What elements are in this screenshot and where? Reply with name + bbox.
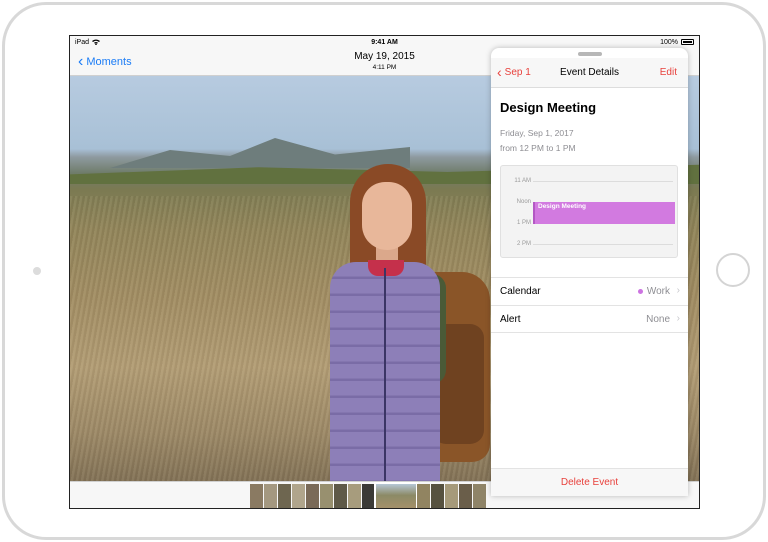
photo-collar — [368, 260, 404, 276]
thumbnail[interactable] — [278, 484, 291, 508]
timeline-hour-label: 11 AM — [514, 178, 531, 184]
home-button[interactable] — [716, 253, 750, 287]
timeline-hour-label: 1 PM — [516, 220, 531, 226]
event-nav-bar: ‹ Sep 1 Event Details Edit — [491, 58, 688, 88]
thumbnail[interactable] — [417, 484, 430, 508]
event-title: Design Meeting — [500, 100, 597, 115]
status-bar: iPad 9:41 AM 100% — [70, 36, 699, 48]
event-date: Friday, Sep 1, 2017 — [500, 128, 574, 138]
timeline-hour-line — [533, 181, 673, 182]
photo-face — [362, 182, 412, 250]
timeline-hour-row: 2 PM — [501, 239, 677, 249]
calendar-row-value-text: Work — [646, 286, 670, 297]
alert-row[interactable]: Alert None › — [491, 305, 688, 333]
status-time: 9:41 AM — [371, 38, 398, 46]
delete-event-button[interactable]: Delete Event — [491, 468, 688, 496]
thumbnail-selected[interactable] — [374, 482, 418, 508]
photo-vest-zip — [384, 268, 386, 493]
calendar-row-label: Calendar — [500, 286, 541, 297]
device-name: iPad — [75, 38, 90, 46]
calendar-color-dot — [637, 289, 643, 294]
thumbnail[interactable] — [292, 484, 305, 508]
edit-button[interactable]: Edit — [660, 67, 677, 78]
battery-percent: 100% — [660, 38, 678, 46]
slide-over-grabber[interactable] — [578, 52, 602, 56]
timeline-hour-row: 11 AM — [501, 176, 677, 186]
thumbnail[interactable] — [459, 484, 472, 508]
wifi-icon — [92, 39, 101, 45]
thumbnail[interactable] — [264, 484, 277, 508]
photo-subject — [310, 164, 500, 508]
sep1-back-button[interactable]: ‹ Sep 1 — [497, 65, 531, 79]
timeline-hour-line — [533, 244, 673, 245]
alert-row-label: Alert — [500, 314, 521, 325]
thumbnail[interactable] — [320, 484, 333, 508]
thumbnail[interactable] — [445, 484, 458, 508]
thumbnail[interactable] — [250, 484, 263, 508]
chevron-right-icon: › — [676, 285, 680, 296]
thumbnail[interactable] — [431, 484, 444, 508]
calendar-row[interactable]: Calendar Work › — [491, 277, 688, 305]
status-right: 100% — [660, 39, 694, 46]
day-timeline[interactable]: 11 AM Noon 1 PM 2 PM Design Meeting — [500, 165, 678, 258]
timeline-event-block[interactable]: Design Meeting — [533, 202, 675, 224]
thumbnail[interactable] — [348, 484, 361, 508]
event-details-panel: ‹ Sep 1 Event Details Edit Design Meetin… — [491, 48, 688, 496]
alert-row-value-text: None — [646, 314, 670, 325]
thumbnail[interactable] — [334, 484, 347, 508]
event-time-range: from 12 PM to 1 PM — [500, 143, 576, 153]
battery-icon — [681, 39, 694, 45]
alert-row-value: None — [646, 314, 670, 325]
thumbnail-row — [250, 482, 486, 508]
thumbnail[interactable] — [473, 484, 486, 508]
chevron-left-icon: ‹ — [497, 64, 502, 80]
ipad-screen: iPad 9:41 AM 100% ‹ Moments May 19, 2015… — [69, 35, 700, 509]
timeline-hour-label: 2 PM — [516, 241, 531, 247]
status-left: iPad — [75, 38, 101, 46]
timeline-hour-label: Noon — [516, 199, 531, 205]
front-camera — [33, 267, 41, 275]
sep1-back-label: Sep 1 — [504, 66, 531, 78]
chevron-right-icon: › — [676, 313, 680, 324]
thumbnail[interactable] — [306, 484, 319, 508]
thumbnail[interactable] — [362, 484, 375, 508]
calendar-row-value: Work — [637, 286, 670, 297]
